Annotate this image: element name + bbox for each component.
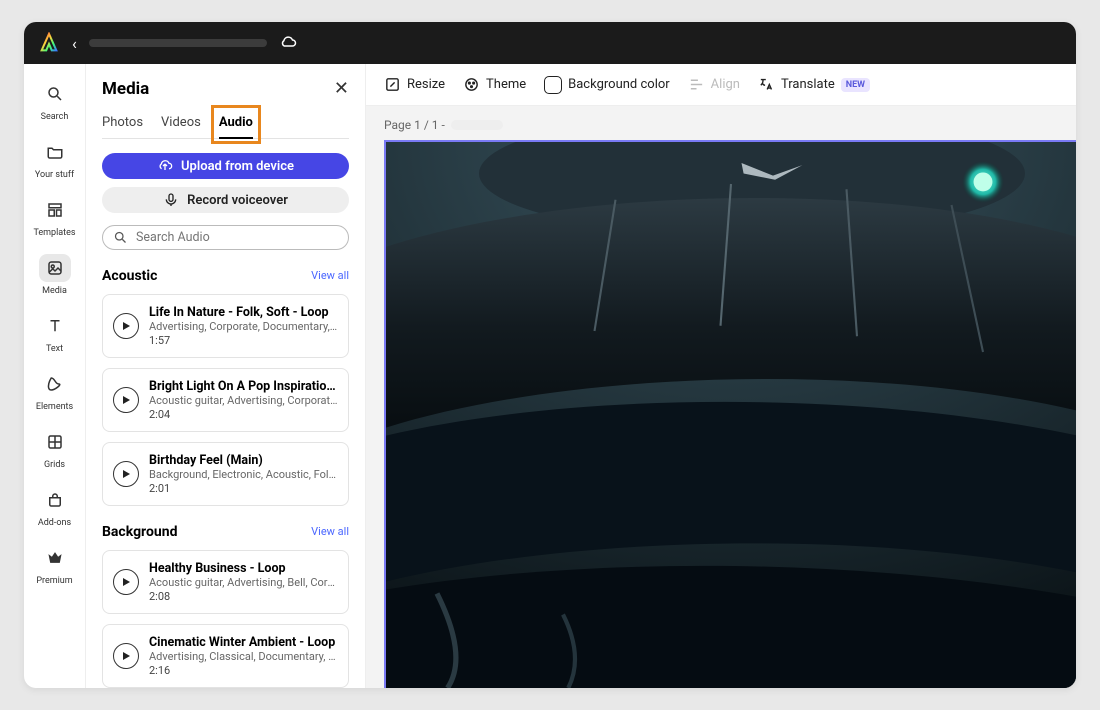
left-rail: Search Your stuff Templates Media Text E… (24, 64, 86, 688)
rail-label: Search (41, 112, 69, 122)
search-audio-input[interactable] (136, 230, 338, 245)
audio-track[interactable]: Healthy Business - LoopAcoustic guitar, … (102, 550, 349, 614)
background-color-icon (544, 76, 562, 94)
rail-label: Add-ons (38, 518, 71, 528)
search-audio[interactable] (102, 225, 349, 250)
play-button[interactable] (113, 461, 139, 487)
cloud-sync-icon[interactable] (279, 34, 297, 52)
upload-from-device-button[interactable]: Upload from device (102, 153, 349, 179)
tab-photos[interactable]: Photos (102, 109, 143, 138)
tool-theme[interactable]: Theme (463, 76, 526, 93)
search-icon (113, 230, 128, 245)
app-body: Search Your stuff Templates Media Text E… (24, 64, 1076, 688)
rail-label: Templates (33, 228, 75, 238)
track-title: Birthday Feel (Main) (149, 453, 338, 468)
canvas-toolbar: Resize Theme Background color Align Tran… (366, 64, 1076, 106)
resize-icon (384, 76, 401, 93)
track-title: Cinematic Winter Ambient - Loop (149, 635, 338, 650)
rail-grids[interactable]: Grids (27, 422, 83, 478)
panel-title: Media (102, 79, 149, 99)
section-title: Background (102, 524, 177, 540)
track-title: Bright Light On A Pop Inspiratio… (149, 379, 338, 394)
tool-resize[interactable]: Resize (384, 76, 445, 93)
track-duration: 2:16 (149, 664, 338, 677)
close-panel-button[interactable]: ✕ (334, 78, 349, 99)
app-logo-icon (38, 32, 60, 54)
track-duration: 2:04 (149, 408, 338, 421)
rail-label: Text (46, 344, 63, 354)
play-button[interactable] (113, 569, 139, 595)
tool-translate[interactable]: TranslateNEW (758, 76, 870, 93)
upload-label: Upload from device (181, 159, 294, 174)
track-tags: Advertising, Classical, Documentary, Dr… (149, 650, 338, 663)
topbar: ‹ (24, 22, 1076, 64)
track-tags: Background, Electronic, Acoustic, Folk, … (149, 468, 338, 481)
audio-track[interactable]: Bright Light On A Pop Inspiratio…Acousti… (102, 368, 349, 432)
align-icon (688, 76, 705, 93)
track-duration: 1:57 (149, 334, 338, 347)
rail-elements[interactable]: Elements (27, 364, 83, 420)
rail-label: Elements (36, 402, 73, 412)
rail-media[interactable]: Media (27, 248, 83, 304)
tool-background-color[interactable]: Background color (544, 76, 670, 94)
rail-your-stuff[interactable]: Your stuff (27, 132, 83, 188)
rail-search[interactable]: Search (27, 74, 83, 130)
audio-track[interactable]: Cinematic Winter Ambient - LoopAdvertisi… (102, 624, 349, 688)
play-button[interactable] (113, 387, 139, 413)
microphone-icon (163, 192, 179, 208)
translate-icon (758, 76, 775, 93)
rail-label: Grids (44, 460, 65, 470)
tab-audio[interactable]: Audio (219, 109, 253, 138)
media-panel: Media ✕ Photos Videos Audio Upload from … (86, 64, 366, 688)
back-button[interactable]: ‹ (72, 34, 77, 53)
app-window: ‹ Search Your stuff Templates Media Text… (24, 22, 1076, 688)
canvas-area: Resize Theme Background color Align Tran… (366, 64, 1076, 688)
track-tags: Acoustic guitar, Advertising, Corporate,… (149, 394, 338, 407)
stage-wrap: Page 1 / 1 - (366, 106, 1076, 688)
track-duration: 2:08 (149, 590, 338, 603)
upload-cloud-icon (157, 158, 173, 174)
track-title: Life In Nature - Folk, Soft - Loop (149, 305, 338, 320)
tab-videos[interactable]: Videos (161, 109, 201, 138)
page-indicator: Page 1 / 1 - (384, 106, 1076, 140)
canvas-stage[interactable] (384, 140, 1076, 688)
media-tabs: Photos Videos Audio (102, 109, 349, 139)
canvas-artwork (386, 142, 1076, 688)
new-badge: NEW (841, 78, 870, 92)
rail-label: Media (42, 286, 67, 296)
view-all-link[interactable]: View all (311, 525, 349, 538)
rail-premium[interactable]: Premium (27, 538, 83, 594)
record-voiceover-button[interactable]: Record voiceover (102, 187, 349, 213)
document-title-placeholder[interactable] (89, 39, 267, 47)
view-all-link[interactable]: View all (311, 269, 349, 282)
rail-templates[interactable]: Templates (27, 190, 83, 246)
track-tags: Advertising, Corporate, Documentary, D… (149, 320, 338, 333)
play-button[interactable] (113, 643, 139, 669)
rail-label: Premium (36, 576, 72, 586)
audio-track[interactable]: Birthday Feel (Main)Background, Electron… (102, 442, 349, 506)
play-button[interactable] (113, 313, 139, 339)
rail-text[interactable]: Text (27, 306, 83, 362)
track-tags: Acoustic guitar, Advertising, Bell, Corp… (149, 576, 338, 589)
record-label: Record voiceover (187, 193, 288, 208)
track-title: Healthy Business - Loop (149, 561, 338, 576)
tool-align: Align (688, 76, 740, 93)
track-duration: 2:01 (149, 482, 338, 495)
audio-track[interactable]: Life In Nature - Folk, Soft - LoopAdvert… (102, 294, 349, 358)
theme-icon (463, 76, 480, 93)
rail-label: Your stuff (35, 170, 74, 180)
section-title: Acoustic (102, 268, 157, 284)
rail-addons[interactable]: Add-ons (27, 480, 83, 536)
